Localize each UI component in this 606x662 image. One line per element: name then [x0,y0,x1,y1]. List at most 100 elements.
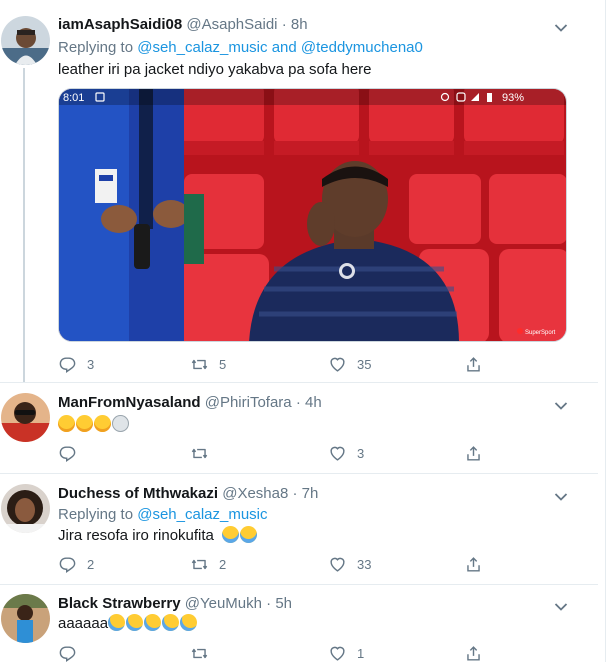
tweet-header: ManFromNyasaland @PhiriTofara · 4h [58,393,322,413]
avatar[interactable] [1,484,50,533]
rofl-emoji-icon [108,614,126,631]
tweet-2[interactable]: ManFromNyasaland @PhiriTofara · 4h 3 [0,383,598,474]
share-icon [467,556,480,572]
avatar[interactable] [1,16,50,65]
heart-icon [330,357,345,372]
retweet-count: 2 [219,556,227,572]
user-handle[interactable]: @PhiriTofara [205,394,292,411]
share-icon [467,445,480,461]
retweet-icon [191,559,208,569]
replying-prefix: Replying to [58,506,134,523]
mention-and: and [271,39,297,56]
user-handle[interactable]: @YeuMukh [185,595,262,612]
tweet-1[interactable]: iamAsaphSaidi08 @AsaphSaidi · 8h Replyin… [0,0,598,383]
reply-icon [59,556,76,573]
display-name[interactable]: Black Strawberry [58,595,181,612]
share-icon [467,645,480,661]
tweet-4[interactable]: Black Strawberry @YeuMukh · 5h aaaaaa 1 [0,585,598,662]
display-name[interactable]: iamAsaphSaidi08 [58,16,182,33]
rofl-emoji-icon [126,614,144,631]
tweet-actions: 1 [58,642,518,662]
retweet-icon [191,648,208,658]
rofl-emoji-icon [180,614,198,631]
share-button[interactable] [464,353,483,375]
reply-count: 2 [87,556,95,572]
tweet-text [58,415,130,435]
tweet-text: aaaaaa [58,614,198,634]
replying-to: Replying to @seh_calaz_music and @teddym… [58,38,423,58]
tweet-actions: 3 5 35 [58,353,518,375]
user-handle[interactable]: @Xesha8 [222,485,288,502]
mention-link[interactable]: @teddymuchena0 [301,39,423,56]
replying-to: Replying to @seh_calaz_music [58,505,268,525]
reply-icon [59,445,76,462]
joy-emoji-icon [240,526,258,543]
timestamp[interactable]: 7h [302,485,319,502]
chevron-down-icon[interactable] [554,599,568,611]
display-name[interactable]: ManFromNyasaland [58,394,201,411]
tweet-header: Duchess of Mthwakazi @Xesha8 · 7h [58,484,318,504]
like-count: 33 [357,556,372,572]
reply-count: 3 [87,356,95,372]
reply-icon [59,356,76,373]
display-name[interactable]: Duchess of Mthwakazi [58,485,218,502]
like-button[interactable]: 33 [328,553,371,575]
retweet-icon [191,448,208,458]
timestamp[interactable]: 4h [305,394,322,411]
timestamp[interactable]: 5h [275,595,292,612]
retweet-button[interactable] [190,442,219,464]
sweat-smile-emoji-icon [58,415,75,432]
timeline-feed: iamAsaphSaidi08 @AsaphSaidi · 8h Replyin… [0,0,606,662]
like-button[interactable]: 35 [328,353,371,375]
share-button[interactable] [464,553,483,575]
heart-icon [330,446,345,461]
reply-icon [59,645,76,662]
chevron-down-icon[interactable] [554,398,568,410]
retweet-button[interactable]: 5 [190,353,226,375]
reply-button[interactable]: 3 [58,353,94,375]
reply-button[interactable] [58,642,87,662]
separator-dot: · [292,485,298,502]
rofl-emoji-icon [144,614,162,631]
tweet-media-image[interactable]: 8:01 93% SuperSport [58,88,567,342]
retweet-button[interactable] [190,642,219,662]
tweet-actions: 2 2 33 [58,553,518,575]
skull-emoji-icon [112,415,129,432]
tweet-text-content: aaaaaa [58,615,109,632]
tweet-header: iamAsaphSaidi08 @AsaphSaidi · 8h [58,15,308,35]
share-icon [467,356,480,372]
broadcaster-logo: SuperSport [525,330,556,336]
mention-link[interactable]: @seh_calaz_music [137,39,267,56]
avatar[interactable] [1,393,50,442]
avatar[interactable] [1,594,50,643]
like-button[interactable]: 3 [328,442,364,464]
sweat-smile-emoji-icon [76,415,93,432]
media-battery-text: 93% [502,92,524,104]
share-button[interactable] [464,442,483,464]
timestamp[interactable]: 8h [291,16,308,33]
share-button[interactable] [464,642,483,662]
like-count: 3 [357,445,365,461]
sweat-smile-emoji-icon [94,415,111,432]
separator-dot: · [281,16,287,33]
reply-button[interactable] [58,442,87,464]
media-status-time: 8:01 [63,92,84,104]
chevron-down-icon[interactable] [554,20,568,32]
heart-icon [330,646,345,661]
tweet-3[interactable]: Duchess of Mthwakazi @Xesha8 · 7h Replyi… [0,474,598,585]
like-button[interactable]: 1 [328,642,364,662]
tweet-text: Jira resofa iro rinokufita [58,526,258,546]
chevron-down-icon[interactable] [554,489,568,501]
retweet-button[interactable]: 2 [190,553,226,575]
replying-prefix: Replying to [58,39,134,56]
mention-link[interactable]: @seh_calaz_music [137,506,267,523]
separator-dot: · [266,595,272,612]
tweet-text: leather iri pa jacket ndiyo yakabva pa s… [58,61,372,78]
retweet-icon [191,359,208,369]
thread-line [23,68,25,383]
reply-button[interactable]: 2 [58,553,94,575]
tweet-header: Black Strawberry @YeuMukh · 5h [58,594,292,614]
rofl-emoji-icon [162,614,180,631]
user-handle[interactable]: @AsaphSaidi [186,16,277,33]
tweet-text-content: Jira resofa iro rinokufita [58,527,214,544]
